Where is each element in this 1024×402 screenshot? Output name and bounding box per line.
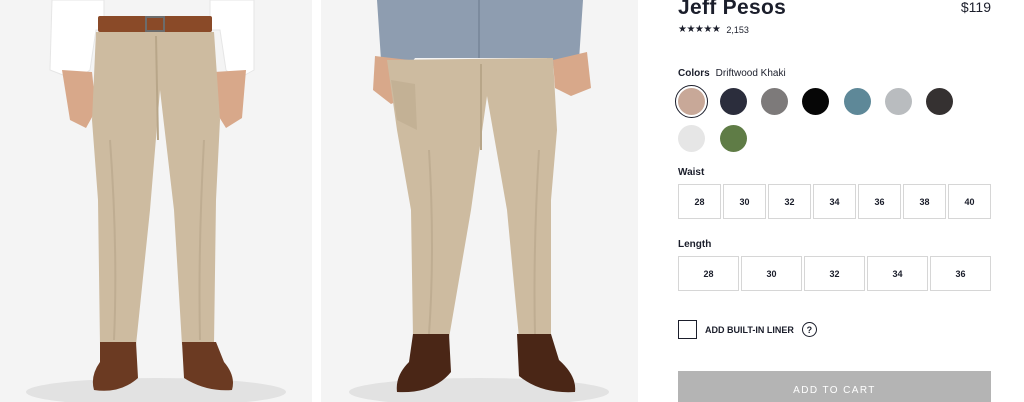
length-option[interactable]: 30 xyxy=(741,256,802,291)
waist-options: 28 30 32 34 36 38 40 xyxy=(678,184,991,219)
review-count: 2,153 xyxy=(726,24,749,35)
swatch-charcoal[interactable] xyxy=(926,88,953,115)
waist-label: Waist xyxy=(678,167,705,178)
colors-label-row: Colors Driftwood Khaki xyxy=(678,68,786,79)
product-photo-front[interactable] xyxy=(0,0,312,402)
waist-option[interactable]: 32 xyxy=(768,184,811,219)
color-swatches xyxy=(675,85,991,154)
built-in-liner-option: ADD BUILT-IN LINER ? xyxy=(678,320,817,339)
swatch-steel-blue[interactable] xyxy=(844,88,871,115)
help-icon[interactable]: ? xyxy=(801,322,817,337)
product-details-panel: Jeff Pesos $119 ★★★★★ 2,153 Colors Driftw… xyxy=(675,0,991,402)
product-title: Jeff Pesos xyxy=(678,0,787,19)
swatch-gray[interactable] xyxy=(761,88,788,115)
length-option[interactable]: 32 xyxy=(804,256,865,291)
product-photo-stretch-image xyxy=(321,0,638,402)
waist-option[interactable]: 38 xyxy=(903,184,946,219)
product-photo-front-image xyxy=(0,0,312,402)
length-label: Length xyxy=(678,239,712,250)
length-option[interactable]: 28 xyxy=(678,256,739,291)
waist-option[interactable]: 28 xyxy=(678,184,721,219)
swatch-olive[interactable] xyxy=(720,125,747,152)
product-price: $119 xyxy=(960,0,991,15)
swatch-navy[interactable] xyxy=(720,88,747,115)
waist-option[interactable]: 36 xyxy=(858,184,901,219)
colors-label: Colors xyxy=(678,68,710,79)
waist-option[interactable]: 30 xyxy=(723,184,766,219)
length-option[interactable]: 34 xyxy=(867,256,928,291)
waist-option[interactable]: 40 xyxy=(948,184,991,219)
rating-stars-icon: ★★★★★ xyxy=(678,24,721,35)
rating-summary[interactable]: ★★★★★ 2,153 xyxy=(678,24,749,35)
swatch-white[interactable] xyxy=(678,125,705,152)
liner-label: ADD BUILT-IN LINER xyxy=(705,324,794,335)
product-photo-stretch[interactable] xyxy=(321,0,638,402)
length-option[interactable]: 36 xyxy=(930,256,991,291)
waist-option[interactable]: 34 xyxy=(813,184,856,219)
liner-checkbox[interactable] xyxy=(678,320,697,339)
swatch-driftwood-khaki[interactable] xyxy=(675,85,708,118)
selected-color-name: Driftwood Khaki xyxy=(715,68,786,79)
length-options: 28 30 32 34 36 xyxy=(678,256,991,291)
swatch-light-gray[interactable] xyxy=(885,88,912,115)
swatch-black[interactable] xyxy=(802,88,829,115)
add-to-cart-button[interactable]: ADD TO CART xyxy=(678,371,991,402)
